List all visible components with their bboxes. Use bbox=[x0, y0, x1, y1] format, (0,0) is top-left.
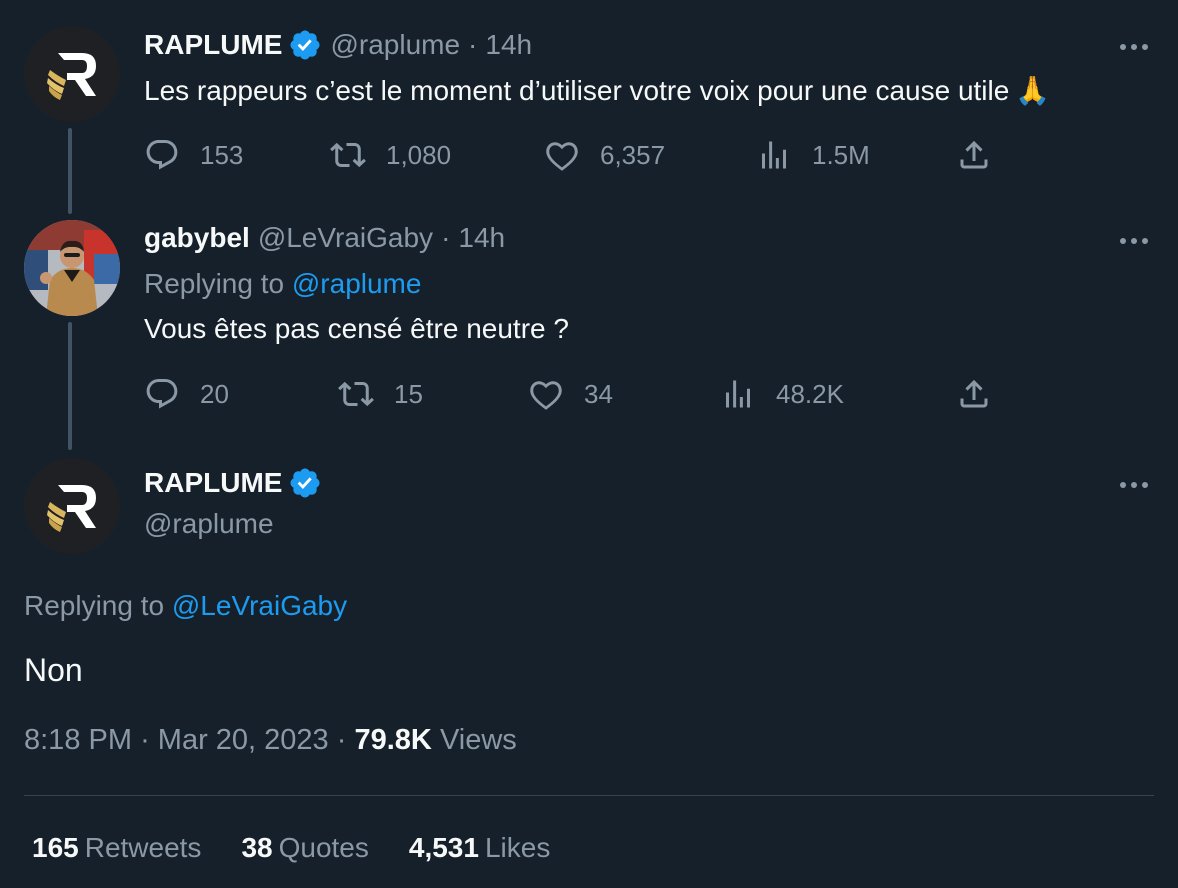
share-icon bbox=[960, 140, 988, 169]
tweet-text: Les rappeurs c’est le moment d’utiliser … bbox=[144, 75, 1010, 106]
like-button[interactable]: 34 bbox=[528, 376, 613, 412]
share-button[interactable] bbox=[956, 137, 992, 173]
reply-icon bbox=[146, 140, 178, 170]
retweet-icon bbox=[330, 142, 366, 168]
verified-badge-icon bbox=[288, 28, 322, 62]
like-count: 34 bbox=[584, 378, 613, 409]
praying-hands-emoji: 🙏 bbox=[1015, 75, 1051, 106]
divider bbox=[24, 795, 1154, 796]
replying-to-label: Replying to bbox=[144, 268, 285, 299]
retweets-count: 165 bbox=[32, 832, 79, 863]
author-name[interactable]: RAPLUME bbox=[144, 467, 282, 499]
like-button[interactable]: 6,357 bbox=[544, 137, 665, 173]
mention-link[interactable]: @raplume bbox=[292, 268, 422, 299]
likes-label: Likes bbox=[484, 832, 551, 863]
replying-to: Replying to @raplume bbox=[144, 268, 421, 300]
tweet-text: Vous êtes pas censé être neutre ? bbox=[144, 313, 569, 344]
main-author-name-row: RAPLUME bbox=[144, 466, 330, 500]
likes-stat[interactable]: 4,531 Likes bbox=[409, 832, 550, 864]
separator: · bbox=[468, 29, 478, 60]
more-options-icon[interactable] bbox=[1114, 226, 1154, 256]
analytics-icon bbox=[726, 380, 750, 408]
raplume-avatar[interactable] bbox=[24, 458, 120, 554]
author-handle[interactable]: @LeVraiGaby bbox=[258, 222, 433, 254]
likes-count: 4,531 bbox=[408, 832, 479, 863]
retweet-count: 1,080 bbox=[386, 139, 452, 170]
thread-line bbox=[68, 322, 72, 450]
retweet-count: 15 bbox=[394, 378, 423, 409]
views-count: 48.2K bbox=[776, 378, 844, 409]
retweets-stat[interactable]: 165 Retweets bbox=[32, 832, 201, 864]
tweet-meta: 8:18 PM · Mar 20, 2023 · 79.8K Views bbox=[24, 724, 517, 757]
quotes-stat[interactable]: 38 Quotes bbox=[241, 832, 368, 864]
tweet-text: Non bbox=[24, 652, 83, 688]
separator: · bbox=[441, 222, 451, 253]
reply-count: 153 bbox=[200, 139, 244, 170]
more-options-icon[interactable] bbox=[1114, 470, 1154, 500]
reply-button[interactable]: 20 bbox=[144, 376, 229, 412]
author-name[interactable]: gabybel bbox=[144, 222, 250, 254]
reply-button[interactable]: 153 bbox=[144, 137, 243, 173]
author-handle[interactable]: @raplume bbox=[330, 29, 460, 61]
views-button[interactable]: 1.5M bbox=[756, 137, 870, 173]
raplume-logo-icon bbox=[24, 458, 120, 554]
tweet-time[interactable]: 8:18 PM bbox=[24, 724, 132, 756]
author-name[interactable]: RAPLUME bbox=[144, 29, 282, 61]
engagement-stats: 165 Retweets 38 Quotes 4,531 Likes bbox=[32, 832, 590, 864]
views-label: Views bbox=[439, 724, 517, 756]
thread-line bbox=[68, 128, 72, 214]
raplume-avatar[interactable] bbox=[24, 26, 120, 122]
reply-icon bbox=[146, 379, 178, 409]
heart-icon bbox=[546, 142, 578, 171]
analytics-icon bbox=[762, 141, 786, 169]
share-icon bbox=[960, 379, 988, 408]
tweet1-text: Les rappeurs c’est le moment d’utiliser … bbox=[144, 74, 1050, 107]
tweet2-header: gabybel @LeVraiGaby · 14h bbox=[144, 222, 505, 254]
views-button[interactable]: 48.2K bbox=[720, 376, 844, 412]
tweet-date[interactable]: Mar 20, 2023 bbox=[158, 724, 329, 756]
retweet-button[interactable]: 1,080 bbox=[330, 137, 451, 173]
replying-to: Replying to @LeVraiGaby bbox=[24, 590, 347, 622]
main-author-handle-row: @raplume bbox=[144, 508, 274, 540]
user-photo-icon bbox=[24, 220, 120, 316]
share-button[interactable] bbox=[956, 376, 992, 412]
author-handle[interactable]: @raplume bbox=[144, 508, 274, 540]
more-options-icon[interactable] bbox=[1114, 32, 1154, 62]
retweet-icon bbox=[338, 381, 374, 407]
retweet-button[interactable]: 15 bbox=[338, 376, 423, 412]
retweets-label: Retweets bbox=[84, 832, 202, 863]
tweet-thread: RAPLUME @raplume · 14h Les rappeurs c’es… bbox=[0, 0, 1178, 888]
mention-link[interactable]: @LeVraiGaby bbox=[172, 590, 347, 621]
views-count: 79.8K bbox=[354, 724, 432, 756]
tweet1-header: RAPLUME @raplume · 14h bbox=[144, 28, 532, 62]
heart-icon bbox=[530, 381, 562, 410]
separator: · bbox=[336, 724, 347, 756]
views-count: 1.5M bbox=[812, 139, 870, 170]
reply-count: 20 bbox=[200, 378, 229, 409]
replying-to-label: Replying to bbox=[24, 590, 165, 621]
quotes-label: Quotes bbox=[278, 832, 369, 863]
quotes-count: 38 bbox=[241, 832, 273, 863]
tweet-time[interactable]: 14h bbox=[485, 29, 532, 61]
verified-badge-icon bbox=[288, 466, 322, 500]
like-count: 6,357 bbox=[600, 139, 666, 170]
gabybel-avatar[interactable] bbox=[24, 220, 120, 316]
tweet-time[interactable]: 14h bbox=[458, 222, 505, 254]
raplume-logo-icon bbox=[24, 26, 120, 122]
separator: · bbox=[140, 724, 150, 756]
